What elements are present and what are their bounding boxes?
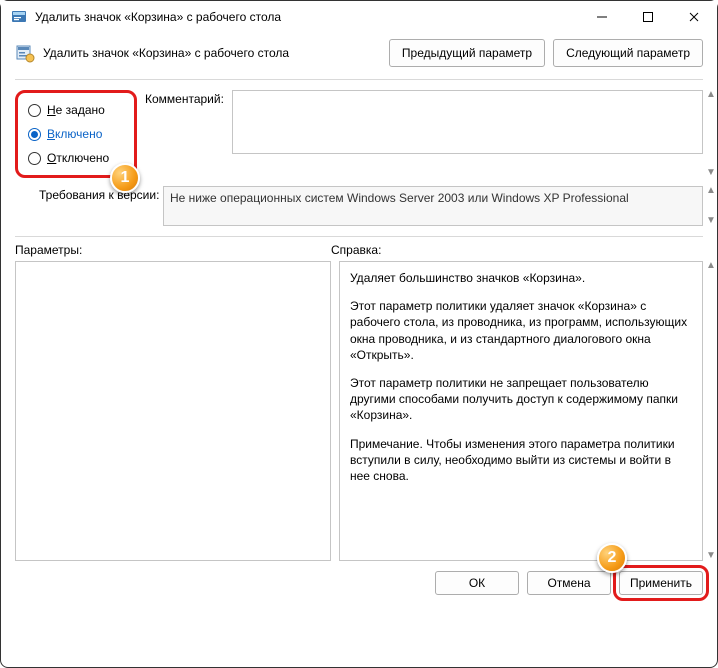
app-icon xyxy=(11,9,27,25)
radio-not-configured[interactable]: Не задано xyxy=(28,103,118,117)
window-controls xyxy=(579,1,717,33)
help-text: Примечание. Чтобы изменения этого параме… xyxy=(350,436,692,485)
previous-setting-button[interactable]: Предыдущий параметр xyxy=(389,39,545,67)
radio-label: Не задано xyxy=(47,103,105,117)
help-scrollbar[interactable]: ▲ ▼ xyxy=(705,261,717,561)
radio-icon xyxy=(28,152,41,165)
window-title: Удалить значок «Корзина» с рабочего стол… xyxy=(35,10,579,24)
ok-button[interactable]: ОК xyxy=(435,571,519,595)
comment-textarea[interactable] xyxy=(232,90,703,154)
comment-scrollbar[interactable]: ▲ ▼ xyxy=(705,90,717,178)
scroll-up-icon: ▲ xyxy=(705,186,717,196)
close-button[interactable] xyxy=(671,1,717,33)
radio-disabled[interactable]: Отключено xyxy=(28,151,118,165)
scroll-up-icon: ▲ xyxy=(705,261,717,271)
next-setting-button[interactable]: Следующий параметр xyxy=(553,39,703,67)
help-pane: Удаляет большинство значков «Корзина». Э… xyxy=(339,261,703,561)
scroll-down-icon: ▼ xyxy=(705,551,717,561)
annotation-badge-1: 1 xyxy=(110,163,140,193)
help-text: Этот параметр политики не запрещает поль… xyxy=(350,375,692,424)
cancel-button[interactable]: Отмена xyxy=(527,571,611,595)
supported-scrollbar[interactable]: ▲ ▼ xyxy=(705,186,717,226)
header-row: Удалить значок «Корзина» с рабочего стол… xyxy=(15,39,703,80)
help-text: Этот параметр политики удаляет значок «К… xyxy=(350,298,692,363)
radio-icon xyxy=(28,104,41,117)
radio-icon xyxy=(28,128,41,141)
supported-on-box: Не ниже операционных систем Windows Serv… xyxy=(163,186,703,226)
comment-label: Комментарий: xyxy=(145,90,224,178)
help-text: Удаляет большинство значков «Корзина». xyxy=(350,270,692,286)
scroll-down-icon: ▼ xyxy=(705,168,717,178)
policy-title: Удалить значок «Корзина» с рабочего стол… xyxy=(43,46,289,60)
scroll-up-icon: ▲ xyxy=(705,90,717,100)
radio-label: Отключено xyxy=(47,151,109,165)
radio-label: Включено xyxy=(47,127,102,141)
annotation-badge-2: 2 xyxy=(597,543,627,573)
minimize-button[interactable] xyxy=(579,1,625,33)
radio-enabled[interactable]: Включено xyxy=(28,127,118,141)
apply-button[interactable]: Применить xyxy=(619,571,703,595)
options-pane xyxy=(15,261,331,561)
maximize-button[interactable] xyxy=(625,1,671,33)
state-group: Не задано Включено Отключено 1 xyxy=(15,90,137,178)
scroll-down-icon: ▼ xyxy=(705,216,717,226)
options-label: Параметры: xyxy=(15,241,331,257)
divider xyxy=(15,236,703,237)
help-label: Справка: xyxy=(331,241,703,257)
titlebar: Удалить значок «Корзина» с рабочего стол… xyxy=(1,1,717,33)
policy-icon xyxy=(15,43,35,63)
dialog-footer: ОК Отмена Применить 2 xyxy=(1,561,717,607)
